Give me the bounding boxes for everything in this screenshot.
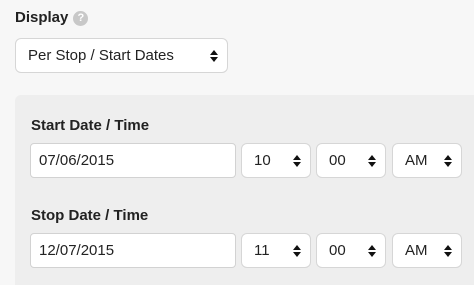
display-select-value: Per Stop / Start Dates — [28, 47, 174, 64]
stop-hour-value: 11 — [254, 242, 270, 259]
select-arrows-icon — [292, 244, 301, 257]
stop-date-time-label: Stop Date / Time — [31, 207, 149, 224]
start-ampm-select[interactable]: AM — [392, 143, 462, 178]
stop-date-value: 12/07/2015 — [39, 242, 115, 259]
start-minute-select[interactable]: 00 — [316, 143, 386, 178]
select-arrows-icon — [209, 49, 218, 62]
start-date-input[interactable]: 07/06/2015 — [30, 143, 236, 178]
start-hour-select[interactable]: 10 — [241, 143, 311, 178]
start-date-value: 07/06/2015 — [39, 152, 115, 169]
select-arrows-icon — [443, 244, 452, 257]
start-minute-value: 00 — [329, 152, 346, 169]
select-arrows-icon — [367, 244, 376, 257]
display-label: Display ? — [15, 8, 89, 28]
stop-ampm-value: AM — [405, 242, 428, 259]
stop-date-input[interactable]: 12/07/2015 — [30, 233, 236, 268]
display-select[interactable]: Per Stop / Start Dates — [15, 38, 228, 73]
select-arrows-icon — [443, 154, 452, 167]
help-icon[interactable]: ? — [73, 10, 89, 26]
select-arrows-icon — [367, 154, 376, 167]
stop-ampm-select[interactable]: AM — [392, 233, 462, 268]
start-hour-value: 10 — [254, 152, 271, 169]
stop-minute-value: 00 — [329, 242, 346, 259]
stop-hour-select[interactable]: 11 — [241, 233, 311, 268]
start-date-time-label: Start Date / Time — [31, 117, 150, 134]
stop-minute-select[interactable]: 00 — [316, 233, 386, 268]
select-arrows-icon — [292, 154, 301, 167]
display-label-text: Display — [15, 9, 69, 26]
start-ampm-value: AM — [405, 152, 428, 169]
